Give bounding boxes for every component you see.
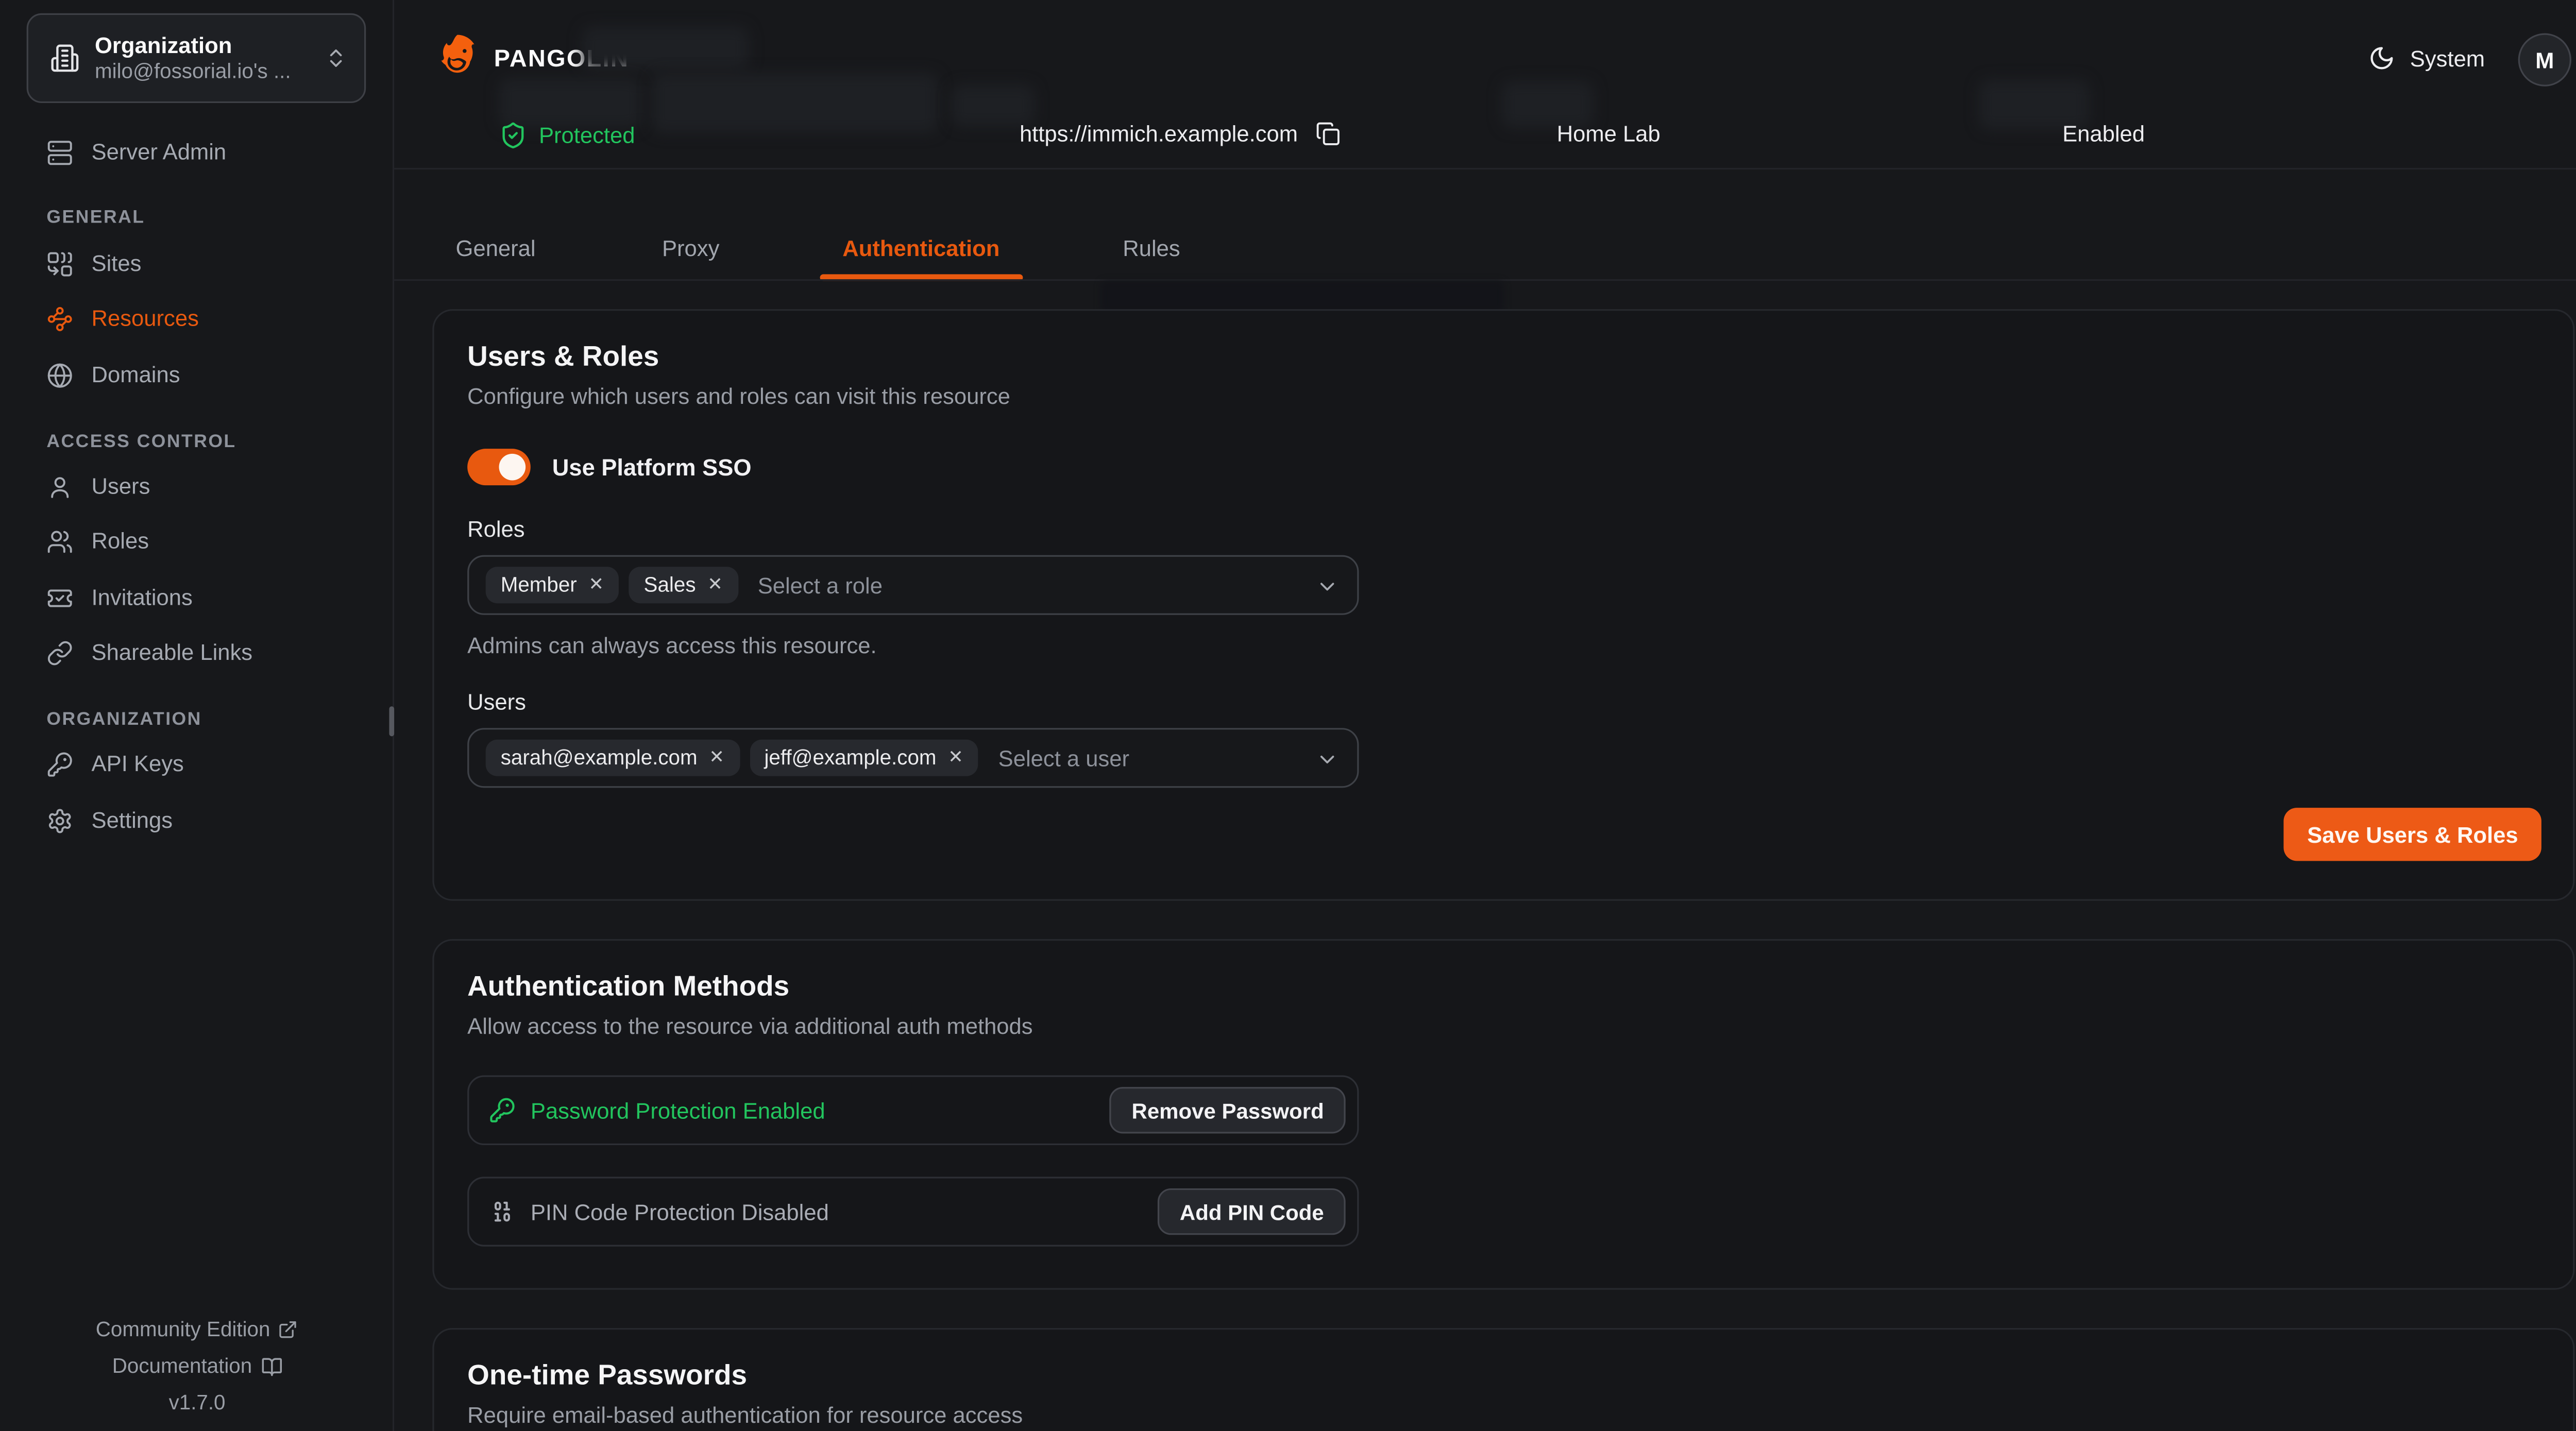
add-pin-code-button[interactable]: Add PIN Code (1158, 1188, 1346, 1235)
role-tag: Sales ✕ (629, 567, 737, 603)
gear-icon (46, 808, 73, 834)
theme-toggle[interactable]: System (2368, 45, 2485, 72)
roles-helper-text: Admins can always access this resource. (467, 633, 2539, 658)
sidebar-item-users[interactable]: Users (27, 464, 372, 510)
tab-general[interactable]: General (431, 225, 561, 279)
chevrons-up-down-icon (325, 46, 348, 70)
sites-icon (46, 251, 73, 278)
users-field-label: Users (467, 690, 2539, 714)
tab-proxy[interactable]: Proxy (637, 225, 744, 279)
key-icon (489, 1097, 516, 1123)
binary-icon (489, 1198, 516, 1225)
sidebar-item-sites[interactable]: Sites (27, 241, 372, 287)
role-tag: Member ✕ (486, 567, 619, 603)
redaction-box (652, 73, 938, 133)
pin-method-row: PIN Code Protection Disabled Add PIN Cod… (467, 1177, 1359, 1247)
sidebar-item-resources[interactable]: Resources (27, 296, 372, 342)
password-status-text: Password Protection Enabled (531, 1098, 1110, 1122)
remove-password-button[interactable]: Remove Password (1110, 1087, 1346, 1133)
redaction-box (582, 27, 749, 70)
sidebar-heading-general: GENERAL (46, 208, 145, 228)
pangolin-flame-logo (431, 33, 482, 85)
card-title: Users & Roles (467, 340, 2539, 374)
user-tag: sarah@example.com ✕ (486, 740, 739, 776)
community-edition-link[interactable]: Community Edition (96, 1318, 299, 1341)
sidebar-scrollbar-thumb[interactable] (389, 706, 394, 736)
sso-toggle-label: Use Platform SSO (552, 454, 752, 481)
auth-methods-card: Authentication Methods Allow access to t… (432, 939, 2574, 1290)
tab-bar: General Proxy Authentication Rules (431, 225, 1205, 279)
pin-status-text: PIN Code Protection Disabled (531, 1199, 1158, 1224)
roles-combobox[interactable]: Member ✕ Sales ✕ Select a role (467, 555, 1359, 615)
globe-icon (46, 362, 73, 389)
moon-icon (2368, 45, 2395, 72)
sidebar: Organization milo@fossorial.io's ... Ser… (0, 0, 394, 1431)
copy-icon[interactable] (1316, 122, 1341, 146)
card-subtitle: Require email-based authentication for r… (467, 1403, 2539, 1427)
redaction-box (952, 85, 1035, 127)
org-switcher[interactable]: Organization milo@fossorial.io's ... (27, 13, 366, 103)
building-icon (50, 43, 80, 73)
app-root: Organization milo@fossorial.io's ... Ser… (0, 0, 2576, 1431)
sidebar-item-api-keys[interactable]: API Keys (27, 741, 372, 788)
sidebar-item-domains[interactable]: Domains (27, 352, 372, 399)
org-switcher-value: milo@fossorial.io's ... (95, 59, 325, 84)
sidebar-heading-organization: ORGANIZATION (46, 710, 201, 730)
users-roles-card: Users & Roles Configure which users and … (432, 309, 2574, 901)
toggle-knob (499, 454, 526, 481)
sidebar-item-invitations[interactable]: Invitations (27, 575, 372, 621)
user-icon (46, 474, 73, 501)
platform-sso-toggle[interactable] (467, 449, 531, 485)
user-tag: jeff@example.com ✕ (749, 740, 978, 776)
otp-card: One-time Passwords Require email-based a… (432, 1328, 2574, 1431)
users-combobox[interactable]: sarah@example.com ✕ jeff@example.com ✕ S… (467, 728, 1359, 788)
card-subtitle: Allow access to the resource via additio… (467, 1014, 2539, 1038)
server-icon (46, 140, 73, 166)
tab-authentication[interactable]: Authentication (818, 225, 1025, 279)
resource-sso-state: Enabled (2062, 122, 2145, 146)
roles-field-label: Roles (467, 517, 2539, 541)
sidebar-heading-access-control: ACCESS CONTROL (46, 432, 236, 452)
remove-tag-icon[interactable]: ✕ (707, 576, 723, 594)
sidebar-item-roles[interactable]: Roles (27, 519, 372, 565)
external-link-icon (279, 1320, 299, 1340)
password-method-row: Password Protection Enabled Remove Passw… (467, 1076, 1359, 1146)
resource-site: Home Lab (1557, 122, 1660, 146)
card-title: One-time Passwords (467, 1359, 2539, 1393)
header-divider (394, 168, 2576, 169)
redaction-box (499, 78, 642, 128)
book-open-icon (260, 1355, 282, 1377)
users-icon (46, 529, 73, 555)
resource-status: Protected (499, 122, 635, 150)
chevron-down-icon (1316, 748, 1339, 771)
redaction-box (1101, 281, 1503, 312)
card-title: Authentication Methods (467, 970, 2539, 1004)
chevron-down-icon (1316, 575, 1339, 598)
sso-toggle-row: Use Platform SSO (467, 449, 2539, 485)
key-icon (46, 751, 73, 778)
org-switcher-label: Organization (95, 32, 325, 59)
avatar[interactable]: M (2518, 33, 2571, 87)
remove-tag-icon[interactable]: ✕ (588, 576, 604, 594)
sidebar-item-shareable-links[interactable]: Shareable Links (27, 630, 372, 676)
users-placeholder: Select a user (998, 745, 1129, 770)
documentation-link[interactable]: Documentation (112, 1355, 282, 1378)
sidebar-item-settings[interactable]: Settings (27, 798, 372, 844)
version-label: v1.7.0 (169, 1391, 226, 1415)
save-users-roles-button[interactable]: Save Users & Roles (2284, 808, 2541, 861)
shield-check-icon (499, 122, 527, 150)
remove-tag-icon[interactable]: ✕ (948, 749, 963, 767)
waypoints-icon (46, 306, 73, 333)
link-icon (46, 640, 73, 667)
roles-placeholder: Select a role (758, 573, 883, 598)
card-subtitle: Configure which users and roles can visi… (467, 384, 2539, 408)
ticket-check-icon (46, 585, 73, 612)
remove-tag-icon[interactable]: ✕ (709, 749, 724, 767)
sidebar-item-server-admin[interactable]: Server Admin (27, 130, 372, 176)
sidebar-footer: Community Edition Documentation v1.7.0 (0, 1318, 394, 1415)
resource-url: https://immich.example.com (1020, 122, 1341, 146)
theme-label: System (2410, 46, 2485, 71)
tab-rules[interactable]: Rules (1098, 225, 1205, 279)
